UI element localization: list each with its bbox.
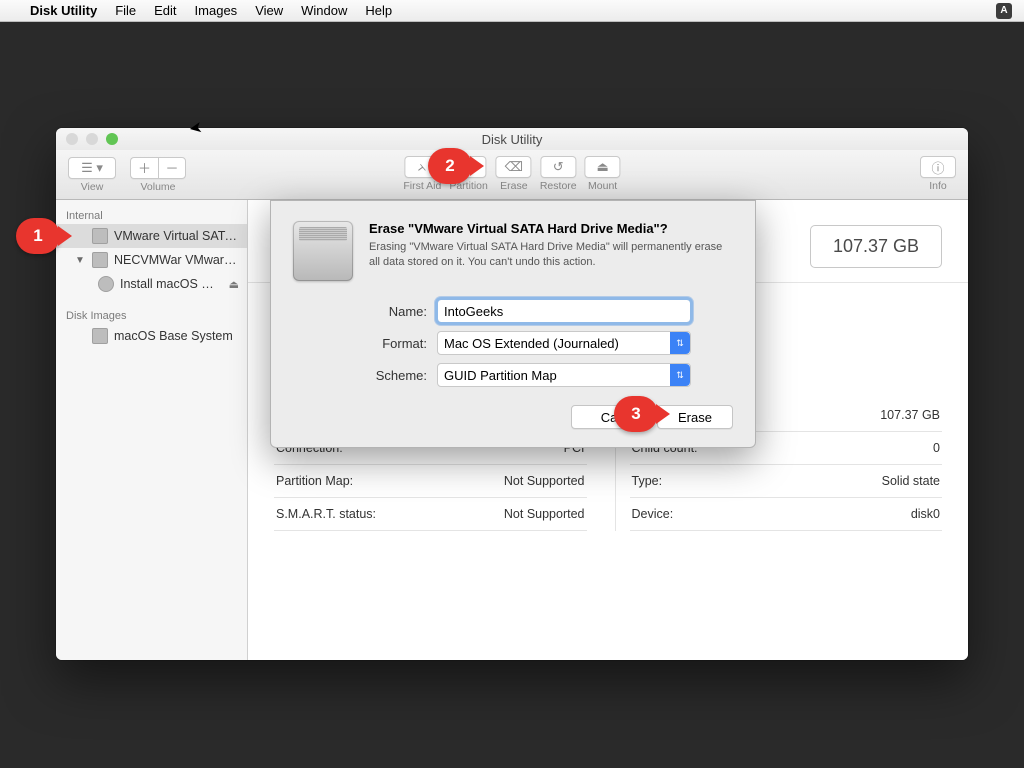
annotation-marker-2: 2 [428, 148, 472, 184]
erase-sheet: Erase "VMware Virtual SATA Hard Drive Me… [270, 200, 756, 448]
format-select[interactable]: Mac OS Extended (Journaled) ⇅ [437, 331, 691, 355]
name-field[interactable] [437, 299, 691, 323]
window-title: Disk Utility [482, 132, 543, 147]
format-label: Format: [335, 336, 427, 351]
menubar-app-name[interactable]: Disk Utility [30, 3, 97, 18]
detail-row: S.M.A.R.T. status:Not Supported [274, 498, 587, 531]
menu-edit[interactable]: Edit [154, 3, 176, 18]
annotation-marker-1: 1 [16, 218, 60, 254]
optical-drive-icon [92, 252, 108, 268]
erase-icon: ⌫ [505, 159, 523, 175]
annotation-marker-3: 3 [614, 396, 658, 432]
erase-label: Erase [500, 180, 527, 192]
window-zoom-button[interactable] [106, 133, 118, 145]
menubar-status-badge[interactable]: A [996, 3, 1012, 19]
menu-images[interactable]: Images [195, 3, 238, 18]
sidebar-item-base-system[interactable]: macOS Base System [56, 324, 247, 348]
sidebar-section-disk-images: Disk Images [56, 306, 247, 324]
view-mode-button[interactable]: ☰ ▾ [68, 157, 116, 179]
capacity-box: 107.37 GB [810, 225, 942, 268]
volume-label: Volume [140, 181, 175, 193]
sheet-heading: Erase "VMware Virtual SATA Hard Drive Me… [369, 221, 733, 236]
remove-volume-button[interactable]: － [158, 157, 186, 179]
restore-button[interactable]: ↺ [540, 156, 576, 178]
sidebar-item-label: macOS Base System [114, 329, 239, 343]
window-toolbar: ☰ ▾ View ＋ － Volume ᨂFirst Aid ◔Partitio… [56, 150, 968, 200]
mount-label: Mount [588, 180, 617, 192]
detail-row: Partition Map:Not Supported [274, 465, 587, 498]
sidebar-item-label: VMware Virtual SATA… [114, 229, 239, 243]
menu-view[interactable]: View [255, 3, 283, 18]
scheme-label: Scheme: [335, 368, 427, 383]
window-minimize-button[interactable] [86, 133, 98, 145]
mount-icon: ⏏ [596, 159, 608, 175]
format-select-value: Mac OS Extended (Journaled) [444, 336, 619, 351]
eject-icon[interactable]: ⏏ [229, 278, 239, 291]
first-aid-label: First Aid [403, 180, 441, 192]
sidebar: Internal VMware Virtual SATA… ▼ NECVMWar… [56, 200, 248, 660]
name-label: Name: [335, 304, 427, 319]
mount-button[interactable]: ⏏ [585, 156, 621, 178]
scheme-select[interactable]: GUID Partition Map ⇅ [437, 363, 691, 387]
stethoscope-icon: ᨂ [417, 159, 427, 175]
menu-window[interactable]: Window [301, 3, 347, 18]
macos-menubar: Disk Utility File Edit Images View Windo… [0, 0, 1024, 22]
info-button[interactable]: ⓘ [920, 156, 956, 178]
info-icon: ⓘ [931, 158, 944, 177]
menu-help[interactable]: Help [365, 3, 392, 18]
chevron-updown-icon: ⇅ [670, 332, 690, 354]
restore-icon: ↺ [553, 159, 564, 175]
sheet-description: Erasing "VMware Virtual SATA Hard Drive … [369, 240, 733, 270]
detail-row: Type:Solid state [630, 465, 943, 498]
chevron-updown-icon: ⇅ [670, 364, 690, 386]
sidebar-item-vmware-sata[interactable]: VMware Virtual SATA… [56, 224, 247, 248]
sidebar-item-install-macos[interactable]: Install macOS C… ⏏ [56, 272, 247, 296]
view-label: View [81, 181, 104, 193]
add-volume-button[interactable]: ＋ [130, 157, 158, 179]
disk-utility-window: Disk Utility ☰ ▾ View ＋ － Volume ᨂ First … [56, 128, 968, 660]
disc-icon [98, 276, 114, 292]
restore-label: Restore [540, 180, 577, 192]
disclosure-triangle-icon[interactable]: ▼ [74, 255, 86, 266]
sidebar-item-necvmwar[interactable]: ▼ NECVMWar VMware S… [56, 248, 247, 272]
info-label: Info [929, 180, 947, 192]
menu-file[interactable]: File [115, 3, 136, 18]
window-close-button[interactable] [66, 133, 78, 145]
sidebar-item-label: Install macOS C… [120, 277, 223, 291]
scheme-select-value: GUID Partition Map [444, 368, 557, 383]
hard-drive-icon [92, 228, 108, 244]
sidebar-section-internal: Internal [56, 206, 247, 224]
window-traffic-lights [66, 133, 118, 145]
drive-large-icon [293, 221, 353, 281]
detail-row: Device:disk0 [630, 498, 943, 531]
sidebar-item-label: NECVMWar VMware S… [114, 253, 239, 267]
window-titlebar[interactable]: Disk Utility [56, 128, 968, 150]
erase-toolbar-button[interactable]: ⌫ [496, 156, 532, 178]
disk-image-icon [92, 328, 108, 344]
